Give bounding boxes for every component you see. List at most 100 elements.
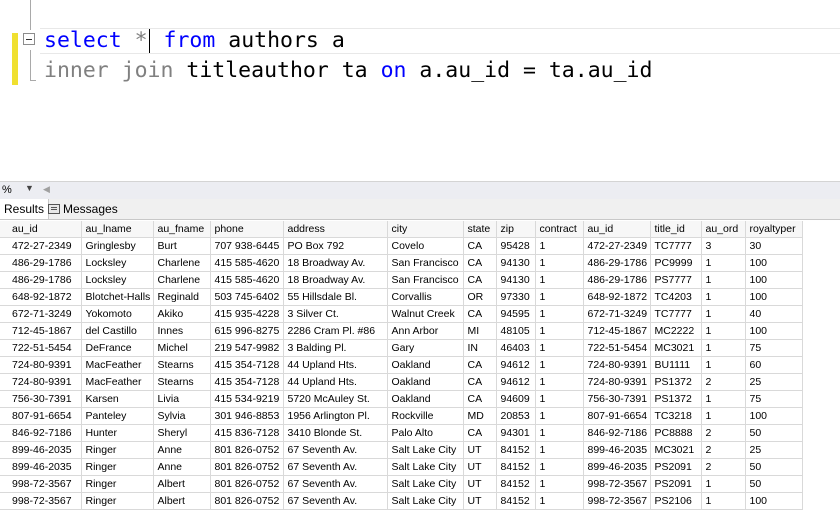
grid-cell[interactable]: 2 (701, 373, 746, 391)
grid-cell[interactable]: 415 935-4228 (210, 305, 284, 323)
grid-cell[interactable]: 5720 McAuley St. (283, 390, 388, 408)
table-row[interactable]: 486-29-1786 Locksley Charlene 415 585-4620 1… (0, 254, 803, 272)
grid-cell[interactable]: 100 (745, 254, 803, 272)
table-row[interactable]: 998-72-3567 Ringer Albert 801 826-0752 67 Se… (0, 492, 803, 510)
query-editor[interactable]: select * from authors a inner join title… (0, 0, 840, 180)
grid-cell[interactable]: Panteley (81, 407, 154, 425)
grid-cell[interactable]: MC2222 (650, 322, 702, 340)
grid-cell[interactable]: UT (463, 458, 497, 476)
column-header-state[interactable]: state (463, 221, 497, 238)
grid-cell[interactable]: 724-80-9391 (583, 373, 651, 391)
grid-cell[interactable]: San Francisco (387, 254, 464, 272)
column-header-contract[interactable]: contract (535, 221, 584, 238)
grid-cell[interactable]: TC7777 (650, 305, 702, 323)
grid-cell[interactable]: 724-80-9391 (583, 356, 651, 374)
grid-cell[interactable]: Charlene (153, 271, 211, 289)
grid-cell[interactable]: 472-27-2349 (583, 237, 651, 255)
grid-cell[interactable]: PC9999 (650, 254, 702, 272)
grid-cell[interactable]: 55 Hillsdale Bl. (283, 288, 388, 306)
grid-cell[interactable]: Gary (387, 339, 464, 357)
grid-cell[interactable]: 50 (745, 458, 803, 476)
grid-cell[interactable]: 2286 Cram Pl. #86 (283, 322, 388, 340)
grid-cell[interactable]: 1 (535, 254, 584, 272)
grid-cell[interactable]: 301 946-8853 (210, 407, 284, 425)
grid-cell[interactable]: 84152 (496, 441, 536, 459)
column-header-phone[interactable]: phone (210, 221, 284, 238)
grid-cell[interactable]: CA (463, 390, 497, 408)
grid-cell[interactable]: 100 (745, 492, 803, 510)
grid-cell[interactable]: Corvallis (387, 288, 464, 306)
grid-cell[interactable]: 94130 (496, 271, 536, 289)
grid-cell[interactable]: 998-72-3567 (583, 492, 651, 510)
grid-cell[interactable]: 2 (701, 441, 746, 459)
grid-cell[interactable]: 94130 (496, 254, 536, 272)
grid-cell[interactable]: 75 (745, 339, 803, 357)
grid-cell[interactable]: 724-80-9391 (0, 373, 82, 391)
grid-cell[interactable]: Michel (153, 339, 211, 357)
grid-cell[interactable]: Hunter (81, 424, 154, 442)
grid-cell[interactable]: 94612 (496, 356, 536, 374)
tab-messages[interactable]: Messages (44, 199, 122, 219)
grid-cell[interactable]: 84152 (496, 458, 536, 476)
grid-cell[interactable]: Stearns (153, 373, 211, 391)
grid-cell[interactable]: Charlene (153, 254, 211, 272)
grid-cell[interactable]: 3 (701, 237, 746, 255)
grid-cell[interactable]: 1 (535, 356, 584, 374)
grid-cell[interactable]: PS1372 (650, 390, 702, 408)
grid-cell[interactable]: Oakland (387, 390, 464, 408)
grid-cell[interactable]: 756-30-7391 (0, 390, 82, 408)
grid-cell[interactable]: 672-71-3249 (583, 305, 651, 323)
grid-cell[interactable]: 486-29-1786 (0, 254, 82, 272)
grid-cell[interactable]: TC7777 (650, 237, 702, 255)
column-header-royaltyper[interactable]: royaltyper (745, 221, 803, 238)
grid-cell[interactable]: Palo Alto (387, 424, 464, 442)
grid-cell[interactable]: 18 Broadway Av. (283, 271, 388, 289)
grid-cell[interactable]: CA (463, 237, 497, 255)
grid-cell[interactable]: 3 Silver Ct. (283, 305, 388, 323)
grid-cell[interactable]: PS7777 (650, 271, 702, 289)
grid-cell[interactable]: TC3218 (650, 407, 702, 425)
grid-cell[interactable]: 1 (701, 356, 746, 374)
grid-cell[interactable]: Salt Lake City (387, 441, 464, 459)
grid-cell[interactable]: 50 (745, 424, 803, 442)
table-row[interactable]: 722-51-5454 DeFrance Michel 219 547-9982 3 B… (0, 339, 803, 357)
grid-cell[interactable]: MC3021 (650, 441, 702, 459)
grid-cell[interactable]: 899-46-2035 (0, 458, 82, 476)
grid-cell[interactable]: PS2091 (650, 458, 702, 476)
grid-cell[interactable]: 100 (745, 271, 803, 289)
grid-cell[interactable]: 1 (535, 373, 584, 391)
grid-cell[interactable]: 712-45-1867 (0, 322, 82, 340)
grid-cell[interactable]: 1 (535, 305, 584, 323)
grid-cell[interactable]: 899-46-2035 (583, 441, 651, 459)
grid-cell[interactable]: Blotchet-Halls (81, 288, 154, 306)
grid-cell[interactable]: 94301 (496, 424, 536, 442)
grid-cell[interactable]: 67 Seventh Av. (283, 458, 388, 476)
tab-results[interactable]: Results (0, 199, 50, 219)
grid-cell[interactable]: Livia (153, 390, 211, 408)
grid-cell[interactable]: 48105 (496, 322, 536, 340)
grid-cell[interactable]: 722-51-5454 (0, 339, 82, 357)
grid-cell[interactable]: 25 (745, 373, 803, 391)
grid-cell[interactable]: Ringer (81, 492, 154, 510)
grid-cell[interactable]: CA (463, 305, 497, 323)
grid-cell[interactable]: DeFrance (81, 339, 154, 357)
grid-cell[interactable]: MI (463, 322, 497, 340)
column-header-zip[interactable]: zip (496, 221, 536, 238)
grid-cell[interactable]: 807-91-6654 (0, 407, 82, 425)
grid-cell[interactable]: 67 Seventh Av. (283, 441, 388, 459)
column-header-au-id[interactable]: au_id (0, 221, 82, 238)
grid-cell[interactable]: 1 (535, 237, 584, 255)
grid-cell[interactable]: Karsen (81, 390, 154, 408)
grid-cell[interactable]: Rockville (387, 407, 464, 425)
grid-cell[interactable]: 672-71-3249 (0, 305, 82, 323)
grid-cell[interactable]: CA (463, 424, 497, 442)
grid-cell[interactable]: 1 (535, 458, 584, 476)
collapse-icon[interactable] (23, 33, 35, 45)
results-grid[interactable]: au_id au_lname au_fname phone address city sta… (0, 221, 803, 510)
grid-cell[interactable]: 486-29-1786 (583, 271, 651, 289)
grid-cell[interactable]: CA (463, 373, 497, 391)
grid-cell[interactable]: 899-46-2035 (583, 458, 651, 476)
grid-cell[interactable]: Ringer (81, 458, 154, 476)
grid-cell[interactable]: 94609 (496, 390, 536, 408)
grid-cell[interactable]: 712-45-1867 (583, 322, 651, 340)
